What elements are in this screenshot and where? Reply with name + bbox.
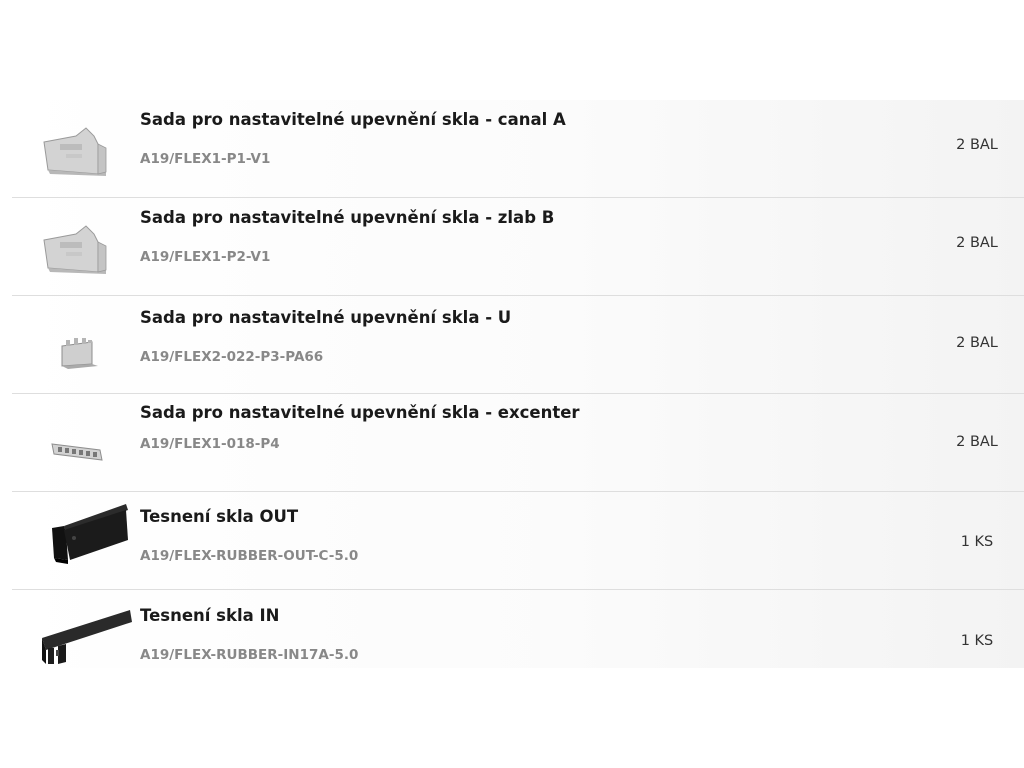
product-code: A19/FLEX1-018-P4 (140, 436, 280, 452)
product-quantity: 1 KS (960, 633, 994, 649)
product-row[interactable]: Sada pro nastavitelné upevnění skla - ex… (12, 394, 1024, 492)
adjustable-clamp-icon[interactable] (36, 114, 136, 184)
product-row[interactable]: Tesnení skla OUT A19/FLEX-RUBBER-OUT-C-5… (12, 492, 1024, 590)
product-quantity: 2 BAL (956, 434, 998, 450)
product-list: Sada pro nastavitelné upevnění skla - ca… (12, 100, 1024, 668)
product-row[interactable]: Sada pro nastavitelné upevnění skla - zl… (12, 198, 1024, 296)
product-code: A19/FLEX2-022-P3-PA66 (140, 349, 324, 365)
product-row[interactable]: Tesnení skla IN A19/FLEX-RUBBER-IN17A-5.… (12, 590, 1024, 668)
product-code: A19/FLEX1-P1-V1 (140, 151, 271, 167)
product-quantity: 2 BAL (956, 335, 998, 351)
product-name[interactable]: Sada pro nastavitelné upevnění skla - U (140, 308, 511, 327)
product-code: A19/FLEX-RUBBER-OUT-C-5.0 (140, 548, 359, 564)
rubber-seal-out-icon[interactable] (44, 500, 134, 566)
product-name[interactable]: Sada pro nastavitelné upevnění skla - zl… (140, 208, 554, 227)
product-row[interactable]: Sada pro nastavitelné upevnění skla - ca… (12, 100, 1024, 198)
eccentric-strip-icon[interactable] (36, 408, 136, 478)
u-clip-icon[interactable] (36, 310, 136, 380)
rubber-seal-in-icon[interactable] (38, 604, 134, 668)
product-quantity: 2 BAL (956, 137, 998, 153)
product-name[interactable]: Sada pro nastavitelné upevnění skla - ex… (140, 403, 580, 422)
product-row[interactable]: Sada pro nastavitelné upevnění skla - U … (12, 296, 1024, 394)
product-name[interactable]: Tesnení skla OUT (140, 507, 298, 526)
product-name[interactable]: Tesnení skla IN (140, 606, 279, 625)
adjustable-clamp-icon[interactable] (36, 212, 136, 282)
product-quantity: 2 BAL (956, 235, 998, 251)
product-quantity: 1 KS (960, 534, 994, 550)
product-code: A19/FLEX-RUBBER-IN17A-5.0 (140, 647, 359, 663)
product-code: A19/FLEX1-P2-V1 (140, 249, 271, 265)
product-name[interactable]: Sada pro nastavitelné upevnění skla - ca… (140, 110, 566, 129)
